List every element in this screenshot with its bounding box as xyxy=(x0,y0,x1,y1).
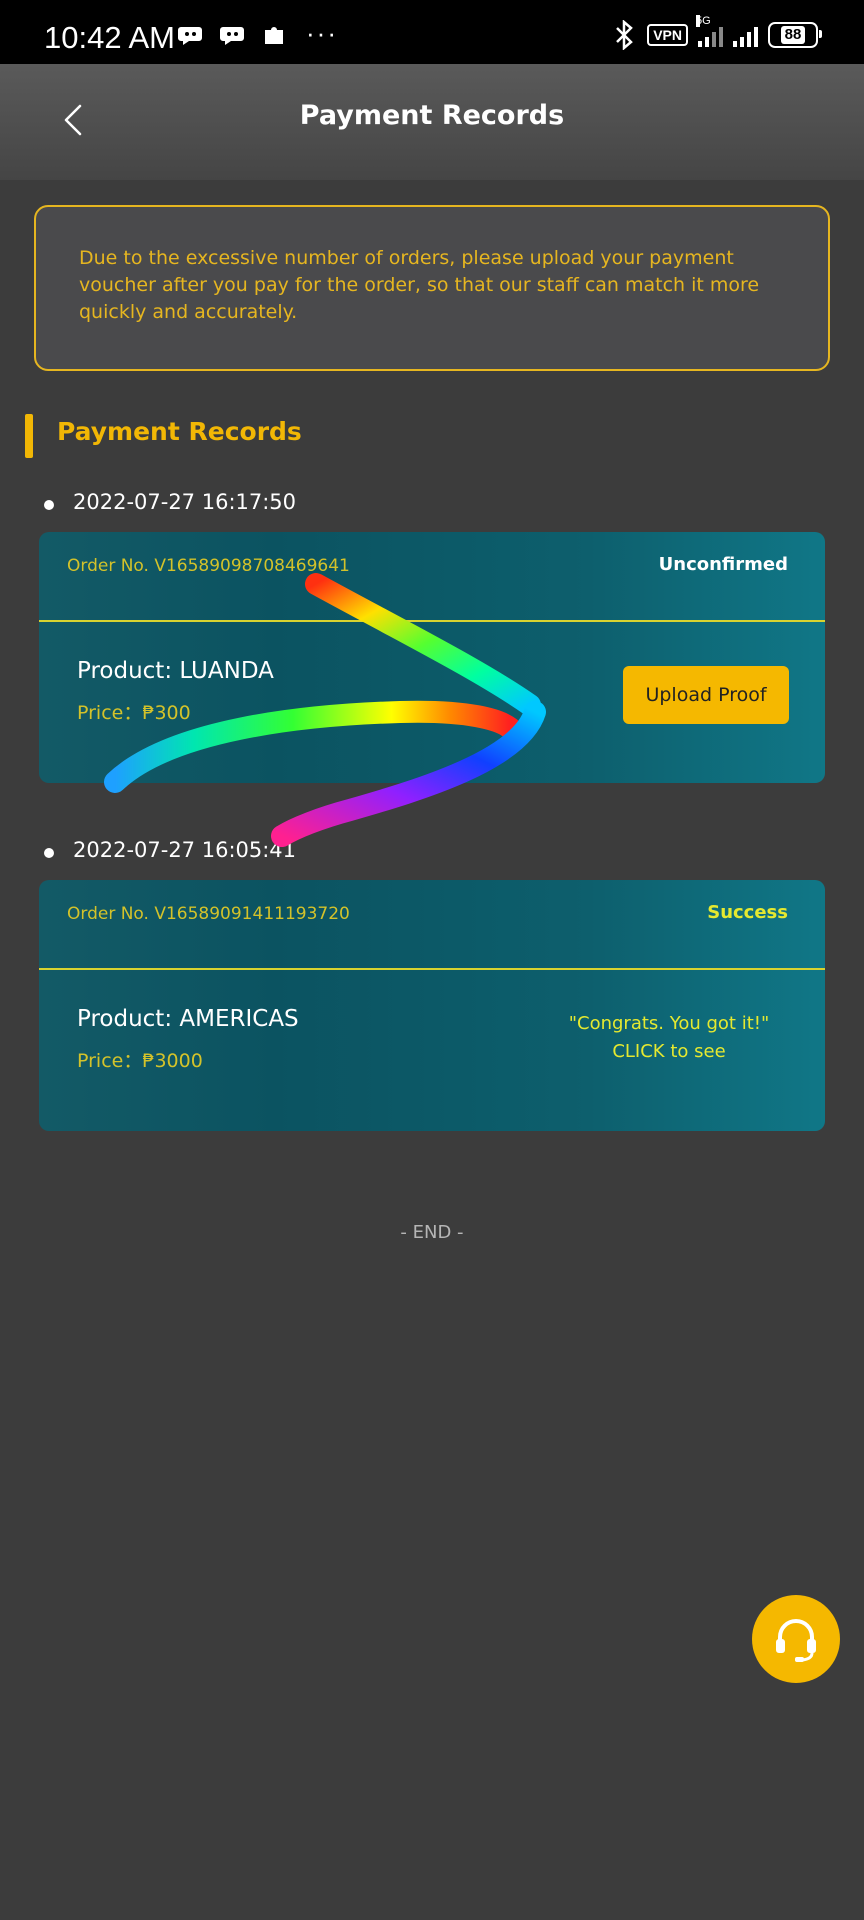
signal-5g-icon: 5G xyxy=(696,15,723,47)
status-badge: Success xyxy=(707,902,788,923)
timeline-dot xyxy=(44,848,54,858)
status-badge: Unconfirmed xyxy=(658,554,788,575)
record-datetime: 2022-07-27 16:17:50 xyxy=(73,490,297,514)
notice-box: Due to the excessive number of orders, p… xyxy=(34,205,830,371)
order-number: Order No. V16589098708469641 xyxy=(67,556,350,576)
product-price: Price：₱3000 xyxy=(77,1050,203,1072)
chat-bubble-icon xyxy=(220,27,244,45)
chat-bubble-icon xyxy=(178,27,202,45)
bluetooth-icon xyxy=(616,20,634,50)
view-result-link[interactable]: "Congrats. You got it!" CLICK to see xyxy=(549,1010,789,1066)
page-title: Payment Records xyxy=(299,100,565,131)
result-message: "Congrats. You got it!" xyxy=(568,1013,770,1034)
payment-record-card[interactable]: Order No. V16589091411193720 Success Pro… xyxy=(39,880,825,1131)
signal-strength-icon xyxy=(733,23,758,47)
result-cta: CLICK to see xyxy=(612,1041,726,1062)
upload-proof-button[interactable]: Upload Proof xyxy=(623,666,789,724)
puzzle-icon xyxy=(265,27,283,44)
product-name: Product: AMERICAS xyxy=(77,1006,299,1032)
notification-icons xyxy=(178,22,288,48)
timeline-dot xyxy=(44,500,54,510)
top-app-bar: Payment Records xyxy=(0,64,864,180)
card-divider xyxy=(39,620,825,622)
record-datetime: 2022-07-27 16:05:41 xyxy=(73,838,297,862)
headset-icon xyxy=(776,1619,816,1662)
section-title: Payment Records xyxy=(57,417,302,446)
notice-text: Due to the excessive number of orders, p… xyxy=(79,247,760,323)
customer-support-button[interactable] xyxy=(752,1595,840,1683)
status-time: 10:42 AM xyxy=(44,20,175,55)
product-name: Product: LUANDA xyxy=(77,658,274,684)
list-end-marker: - END - xyxy=(400,1222,464,1243)
card-divider xyxy=(39,968,825,970)
vpn-icon: VPN xyxy=(647,24,688,46)
battery-level: 88 xyxy=(780,26,806,44)
system-icons: VPN 5G 88 xyxy=(611,15,822,50)
order-number: Order No. V16589091411193720 xyxy=(67,904,350,924)
more-notifications-icon: ··· xyxy=(306,18,338,48)
payment-record-card[interactable]: Order No. V16589098708469641 Unconfirmed… xyxy=(39,532,825,783)
section-accent-bar xyxy=(25,414,33,458)
status-bar: 10:42 AM ··· VPN 5G 88 xyxy=(0,0,864,64)
product-price: Price：₱300 xyxy=(77,702,191,724)
network-type-label: 5G xyxy=(696,15,711,27)
battery-icon: 88 xyxy=(768,22,822,48)
